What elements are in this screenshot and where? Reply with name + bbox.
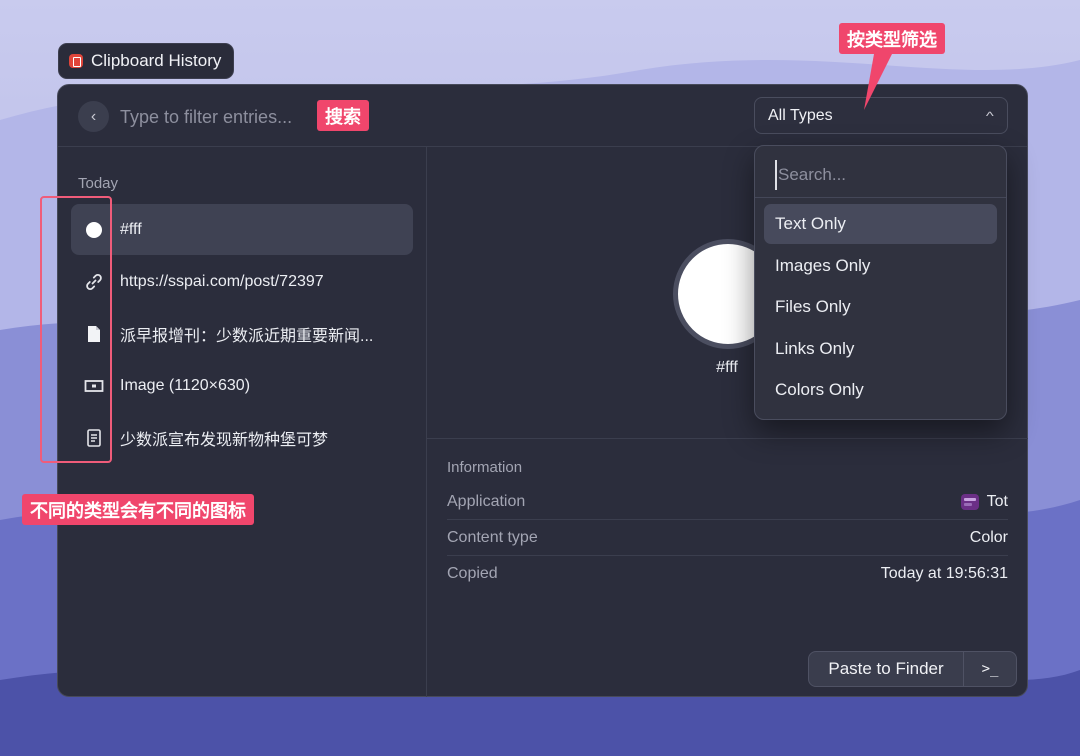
info-row-content-type: Content type Color [447,520,1008,556]
info-key: Content type [447,528,538,546]
history-entry-file[interactable]: 派早报增刊：少数派近期重要新闻... [71,308,413,359]
back-button[interactable]: ‹ [78,101,109,132]
entry-text: 派早报增刊：少数派近期重要新闻... [120,327,374,345]
entry-text: https://sspai.com/post/72397 [120,272,324,290]
history-entry-text[interactable]: 少数派宣布发现新物种堡可梦 [71,412,413,463]
option-text-only[interactable]: Text Only [764,204,997,244]
type-search-input[interactable] [775,160,985,190]
option-colors-only[interactable]: Colors Only [764,370,997,410]
entry-text: #fff [120,220,142,238]
paste-action-group: Paste to Finder >_ [808,651,1017,687]
option-files-only[interactable]: Files Only [764,287,997,327]
icons-annotation-tag: 不同的类型会有不同的图标 [22,494,254,525]
history-list: Today #fff https://sspai.com/post/72397 [58,147,427,697]
chevron-up-icon: ^ [986,108,995,123]
history-entry-link[interactable]: https://sspai.com/post/72397 [71,256,413,307]
search-annotation-tag: 搜索 [317,100,369,131]
annotation-arrow-icon [864,54,892,110]
history-entry-image[interactable]: Image (1120×630) [71,360,413,411]
info-row-copied: Copied Today at 19:56:31 [447,556,1008,592]
info-value: Today at 19:56:31 [880,565,1008,582]
info-key: Application [447,492,526,510]
history-entry-color[interactable]: #fff [71,204,413,255]
icons-annotation-box [40,196,112,463]
info-row-application: Application Tot [447,484,1008,520]
info-value: Tot [960,492,1008,511]
info-value: Color [969,528,1008,546]
terminal-icon[interactable]: >_ [964,652,1016,686]
information-panel: Information Application Tot Content type… [427,438,1028,582]
type-filter-value: All Types [768,106,833,124]
paste-to-finder-button[interactable]: Paste to Finder [809,652,964,686]
type-filter-dropdown: Text Only Images Only Files Only Links O… [754,145,1007,420]
option-links-only[interactable]: Links Only [764,329,997,369]
information-title: Information [447,459,523,476]
dropdown-divider [755,197,1006,198]
clipboard-app-icon [69,54,83,68]
app-title-tag: Clipboard History [58,43,235,79]
section-label-today: Today [78,175,119,192]
entry-text: 少数派宣布发现新物种堡可梦 [120,431,329,449]
filter-entries-input[interactable] [120,102,320,132]
chevron-left-icon: ‹ [90,107,97,125]
option-images-only[interactable]: Images Only [764,246,997,286]
entry-text: Image (1120×630) [120,376,251,394]
tot-app-icon [960,493,979,510]
app-title: Clipboard History [91,51,222,70]
info-key: Copied [447,565,498,582]
application-name: Tot [986,492,1008,510]
